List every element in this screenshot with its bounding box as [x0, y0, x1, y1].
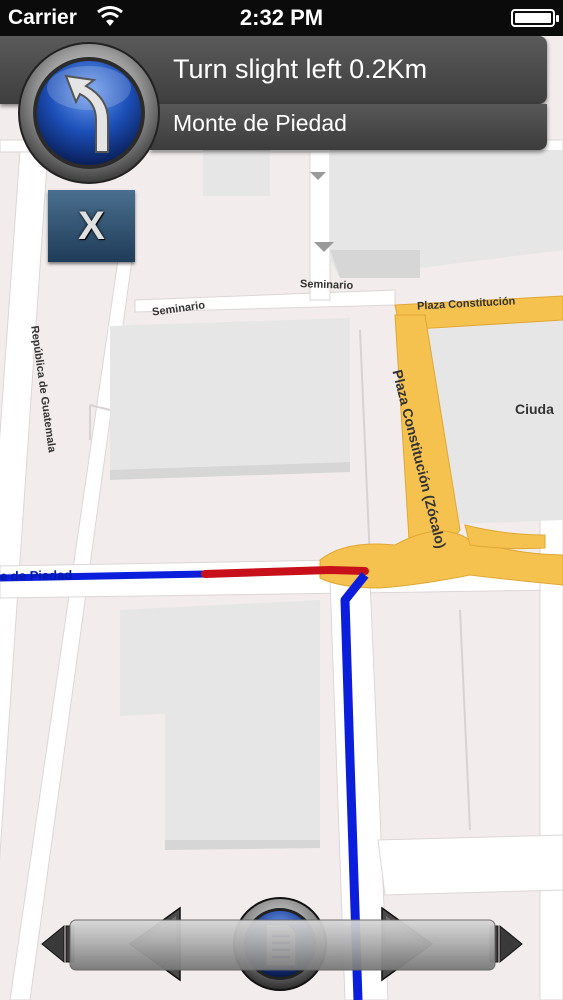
clock-label: 2:32 PM [239, 5, 324, 30]
street-name: Monte de Piedad [173, 110, 347, 136]
battery-icon [511, 9, 559, 27]
map-label-ciudad: Ciuda [515, 401, 554, 417]
turn-instruction: Turn slight left 0.2Km [173, 54, 428, 84]
status-bar: Carrier 2:32 PM [0, 0, 563, 36]
route-step-navigator [69, 919, 496, 971]
map-label-seminario-2: Seminario [299, 278, 354, 292]
slight-left-arrow-icon [18, 42, 160, 184]
map-label-route-street: e de Piedad [0, 567, 73, 584]
close-label: X [78, 203, 105, 248]
close-navigation-button[interactable]: X [48, 190, 135, 262]
